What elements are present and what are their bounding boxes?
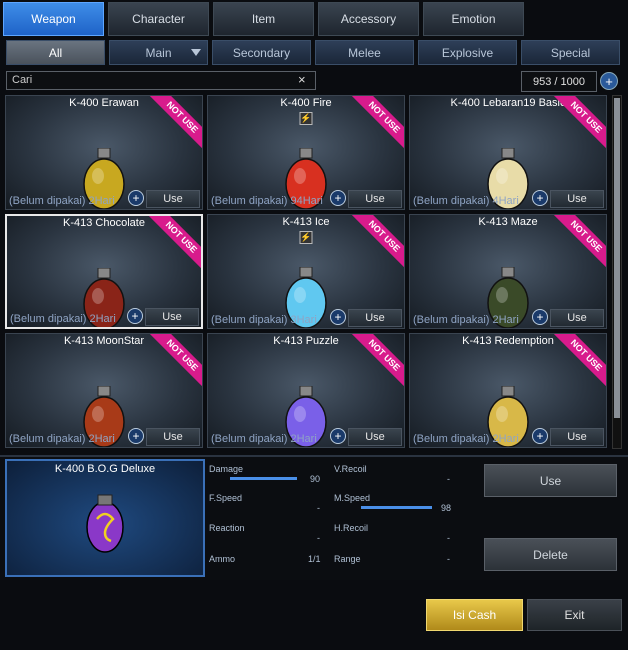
info-icon[interactable]: + <box>330 190 346 206</box>
item-duration: (Belum dipakai) 2Hari <box>10 313 116 325</box>
item-card[interactable]: K-400 Lebaran19 Basic NOT USE (Belum dipak… <box>409 95 607 210</box>
stat-ammo-value: 1/1 <box>308 554 321 564</box>
item-card[interactable]: K-413 Puzzle NOT USE (Belum dipakai) 2Hari… <box>207 333 405 448</box>
item-use-button[interactable]: Use <box>146 428 200 446</box>
info-icon[interactable]: + <box>128 190 144 206</box>
scrollbar-thumb[interactable] <box>614 98 620 418</box>
item-duration: (Belum dipakai) 2Hari <box>9 195 115 207</box>
search-input[interactable]: Cari <box>6 71 316 90</box>
item-card[interactable]: K-400 Erawan NOT USE (Belum dipakai) 2Hari… <box>5 95 203 210</box>
item-use-button[interactable]: Use <box>348 190 402 208</box>
stat-damage-bar <box>230 477 297 480</box>
item-duration: (Belum dipakai) 2Hari <box>413 433 519 445</box>
item-use-button[interactable]: Use <box>348 309 402 327</box>
filter-label: Special <box>550 45 591 60</box>
stat-mspeed-value: 98 <box>441 503 452 513</box>
grenade-icon <box>86 494 124 553</box>
stat-range-label: Range <box>334 554 361 564</box>
tab-weapon[interactable]: Weapon <box>3 2 104 36</box>
item-use-button[interactable]: Use <box>145 308 199 326</box>
scrollbar[interactable] <box>612 95 622 449</box>
filter-bar: All Main Secondary Melee Explosive Speci… <box>6 40 620 65</box>
close-icon[interactable]: × <box>298 73 306 87</box>
filter-melee[interactable]: Melee <box>315 40 414 65</box>
stat-hrecoil-value: - <box>447 533 450 543</box>
info-icon[interactable]: + <box>532 309 548 325</box>
filter-label: Explosive <box>441 45 494 60</box>
stat-damage-value: 90 <box>310 474 321 484</box>
filter-special[interactable]: Special <box>521 40 620 65</box>
item-card[interactable]: K-413 Maze NOT USE (Belum dipakai) 2Hari + U… <box>409 214 607 329</box>
filter-label: Main <box>145 45 172 60</box>
expand-inventory-button[interactable]: + <box>600 72 618 90</box>
stat-reaction-value: - <box>317 533 320 543</box>
tab-emotion[interactable]: Emotion <box>423 2 524 36</box>
item-card[interactable]: K-413 Ice ⚡ NOT USE (Belum dipakai) 3Hari + U… <box>207 214 405 329</box>
item-grid: K-400 Erawan NOT USE (Belum dipakai) 2Hari… <box>5 95 609 449</box>
stat-mspeed-label: M.Speed <box>334 493 371 503</box>
stat-fspeed-label: F.Speed <box>209 493 243 503</box>
item-use-button[interactable]: Use <box>550 190 604 208</box>
stat-hrecoil-label: H.Recoil <box>334 523 369 533</box>
inventory-count: 953 / 1000 <box>521 71 597 92</box>
tab-accessory[interactable]: Accessory <box>318 2 419 36</box>
delete-button[interactable]: Delete <box>484 538 617 571</box>
filter-label: All <box>48 45 63 60</box>
stat-damage-label: Damage <box>209 464 244 474</box>
use-button[interactable]: Use <box>484 464 617 497</box>
stat-vrecoil-label: V.Recoil <box>334 464 367 474</box>
lightning-icon: ⚡ <box>299 112 313 125</box>
tab-item[interactable]: Item <box>213 2 314 36</box>
filter-label: Secondary <box>232 45 291 60</box>
item-card[interactable]: K-413 Chocolate NOT USE (Belum dipakai) 2H… <box>5 214 203 329</box>
item-use-button[interactable]: Use <box>550 428 604 446</box>
item-duration: (Belum dipakai) 2Hari <box>211 433 317 445</box>
info-icon[interactable]: + <box>532 428 548 444</box>
selected-item-preview: K-400 B.O.G Deluxe <box>5 459 205 577</box>
info-icon[interactable]: + <box>330 428 346 444</box>
info-icon[interactable]: + <box>532 190 548 206</box>
isi-cash-button[interactable]: Isi Cash <box>426 599 523 631</box>
item-card[interactable]: K-413 Redemption NOT USE (Belum dipakai) 2… <box>409 333 607 448</box>
filter-secondary[interactable]: Secondary <box>212 40 311 65</box>
filter-main[interactable]: Main <box>109 40 208 65</box>
stat-vrecoil-value: - <box>447 474 450 484</box>
stat-range-value: - <box>447 554 450 564</box>
info-icon[interactable]: + <box>330 309 346 325</box>
exit-button[interactable]: Exit <box>527 599 622 631</box>
item-card[interactable]: K-400 Fire ⚡ NOT USE (Belum dipakai) 94Hari… <box>207 95 405 210</box>
item-duration: (Belum dipakai) 2Hari <box>413 314 519 326</box>
item-duration: (Belum dipakai) 94Hari <box>211 195 323 207</box>
category-tabs: Weapon Character Item Accessory Emotion <box>3 2 524 36</box>
filter-explosive[interactable]: Explosive <box>418 40 517 65</box>
item-duration: (Belum dipakai) 3Hari <box>211 314 317 326</box>
tab-character[interactable]: Character <box>108 2 209 36</box>
item-duration: (Belum dipakai) 2Hari <box>9 433 115 445</box>
item-card[interactable]: K-413 MoonStar NOT USE (Belum dipakai) 2Ha… <box>5 333 203 448</box>
chevron-down-icon <box>191 49 201 56</box>
stat-ammo-label: Ammo <box>209 554 236 564</box>
stat-mspeed-bar <box>361 506 432 509</box>
item-duration: (Belum dipakai) 4Hari <box>413 195 519 207</box>
item-use-button[interactable]: Use <box>146 190 200 208</box>
info-icon[interactable]: + <box>127 308 143 324</box>
stat-fspeed-value: - <box>317 503 320 513</box>
filter-label: Melee <box>348 45 381 60</box>
info-icon[interactable]: + <box>128 428 144 444</box>
stat-reaction-label: Reaction <box>209 523 245 533</box>
item-use-button[interactable]: Use <box>550 309 604 327</box>
filter-all[interactable]: All <box>6 40 105 65</box>
item-use-button[interactable]: Use <box>348 428 402 446</box>
lightning-icon: ⚡ <box>299 231 313 244</box>
